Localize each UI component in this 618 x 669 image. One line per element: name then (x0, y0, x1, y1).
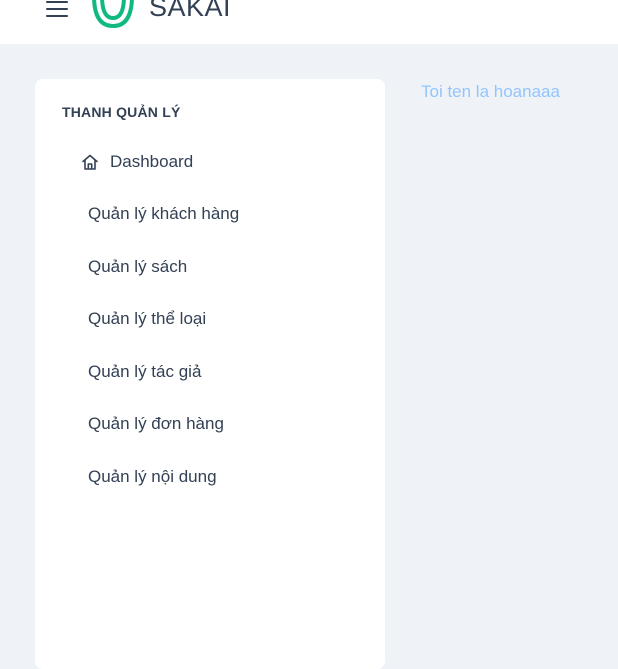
sidebar-item-label: Quản lý nội dung (88, 467, 217, 486)
sidebar-item-dashboard[interactable]: Dashboard (35, 142, 385, 182)
sidebar-item-label: Quản lý thể loại (88, 309, 207, 328)
sidebar-item-label: Quản lý đơn hàng (88, 414, 224, 433)
topbar: SAKAI (0, 0, 618, 44)
sidebar-item-authors[interactable]: Quản lý tác giả (35, 352, 385, 392)
sidebar-item-orders[interactable]: Quản lý đơn hàng (35, 404, 385, 444)
sidebar-item-books[interactable]: Quản lý sách (35, 247, 385, 287)
brand-name[interactable]: SAKAI (149, 0, 231, 23)
home-icon (80, 152, 100, 172)
sidebar: THANH QUẢN LÝ Dashboard Quản lý khách hà… (35, 79, 385, 669)
hamburger-menu-icon[interactable] (38, 0, 76, 24)
sidebar-item-label: Quản lý sách (88, 257, 188, 276)
sidebar-item-customers[interactable]: Quản lý khách hàng (35, 194, 385, 234)
sidebar-item-label: Quản lý tác giả (88, 362, 202, 381)
sakai-logo-icon[interactable] (88, 0, 138, 30)
main-content-text: Toi ten la hoanaaa (421, 82, 560, 101)
sidebar-item-label: Quản lý khách hàng (88, 204, 240, 223)
sidebar-item-label: Dashboard (110, 152, 194, 171)
sidebar-item-content[interactable]: Quản lý nội dung (35, 457, 385, 497)
sidebar-section-title: THANH QUẢN LÝ (62, 104, 181, 120)
sidebar-item-categories[interactable]: Quản lý thể loại (35, 299, 385, 339)
